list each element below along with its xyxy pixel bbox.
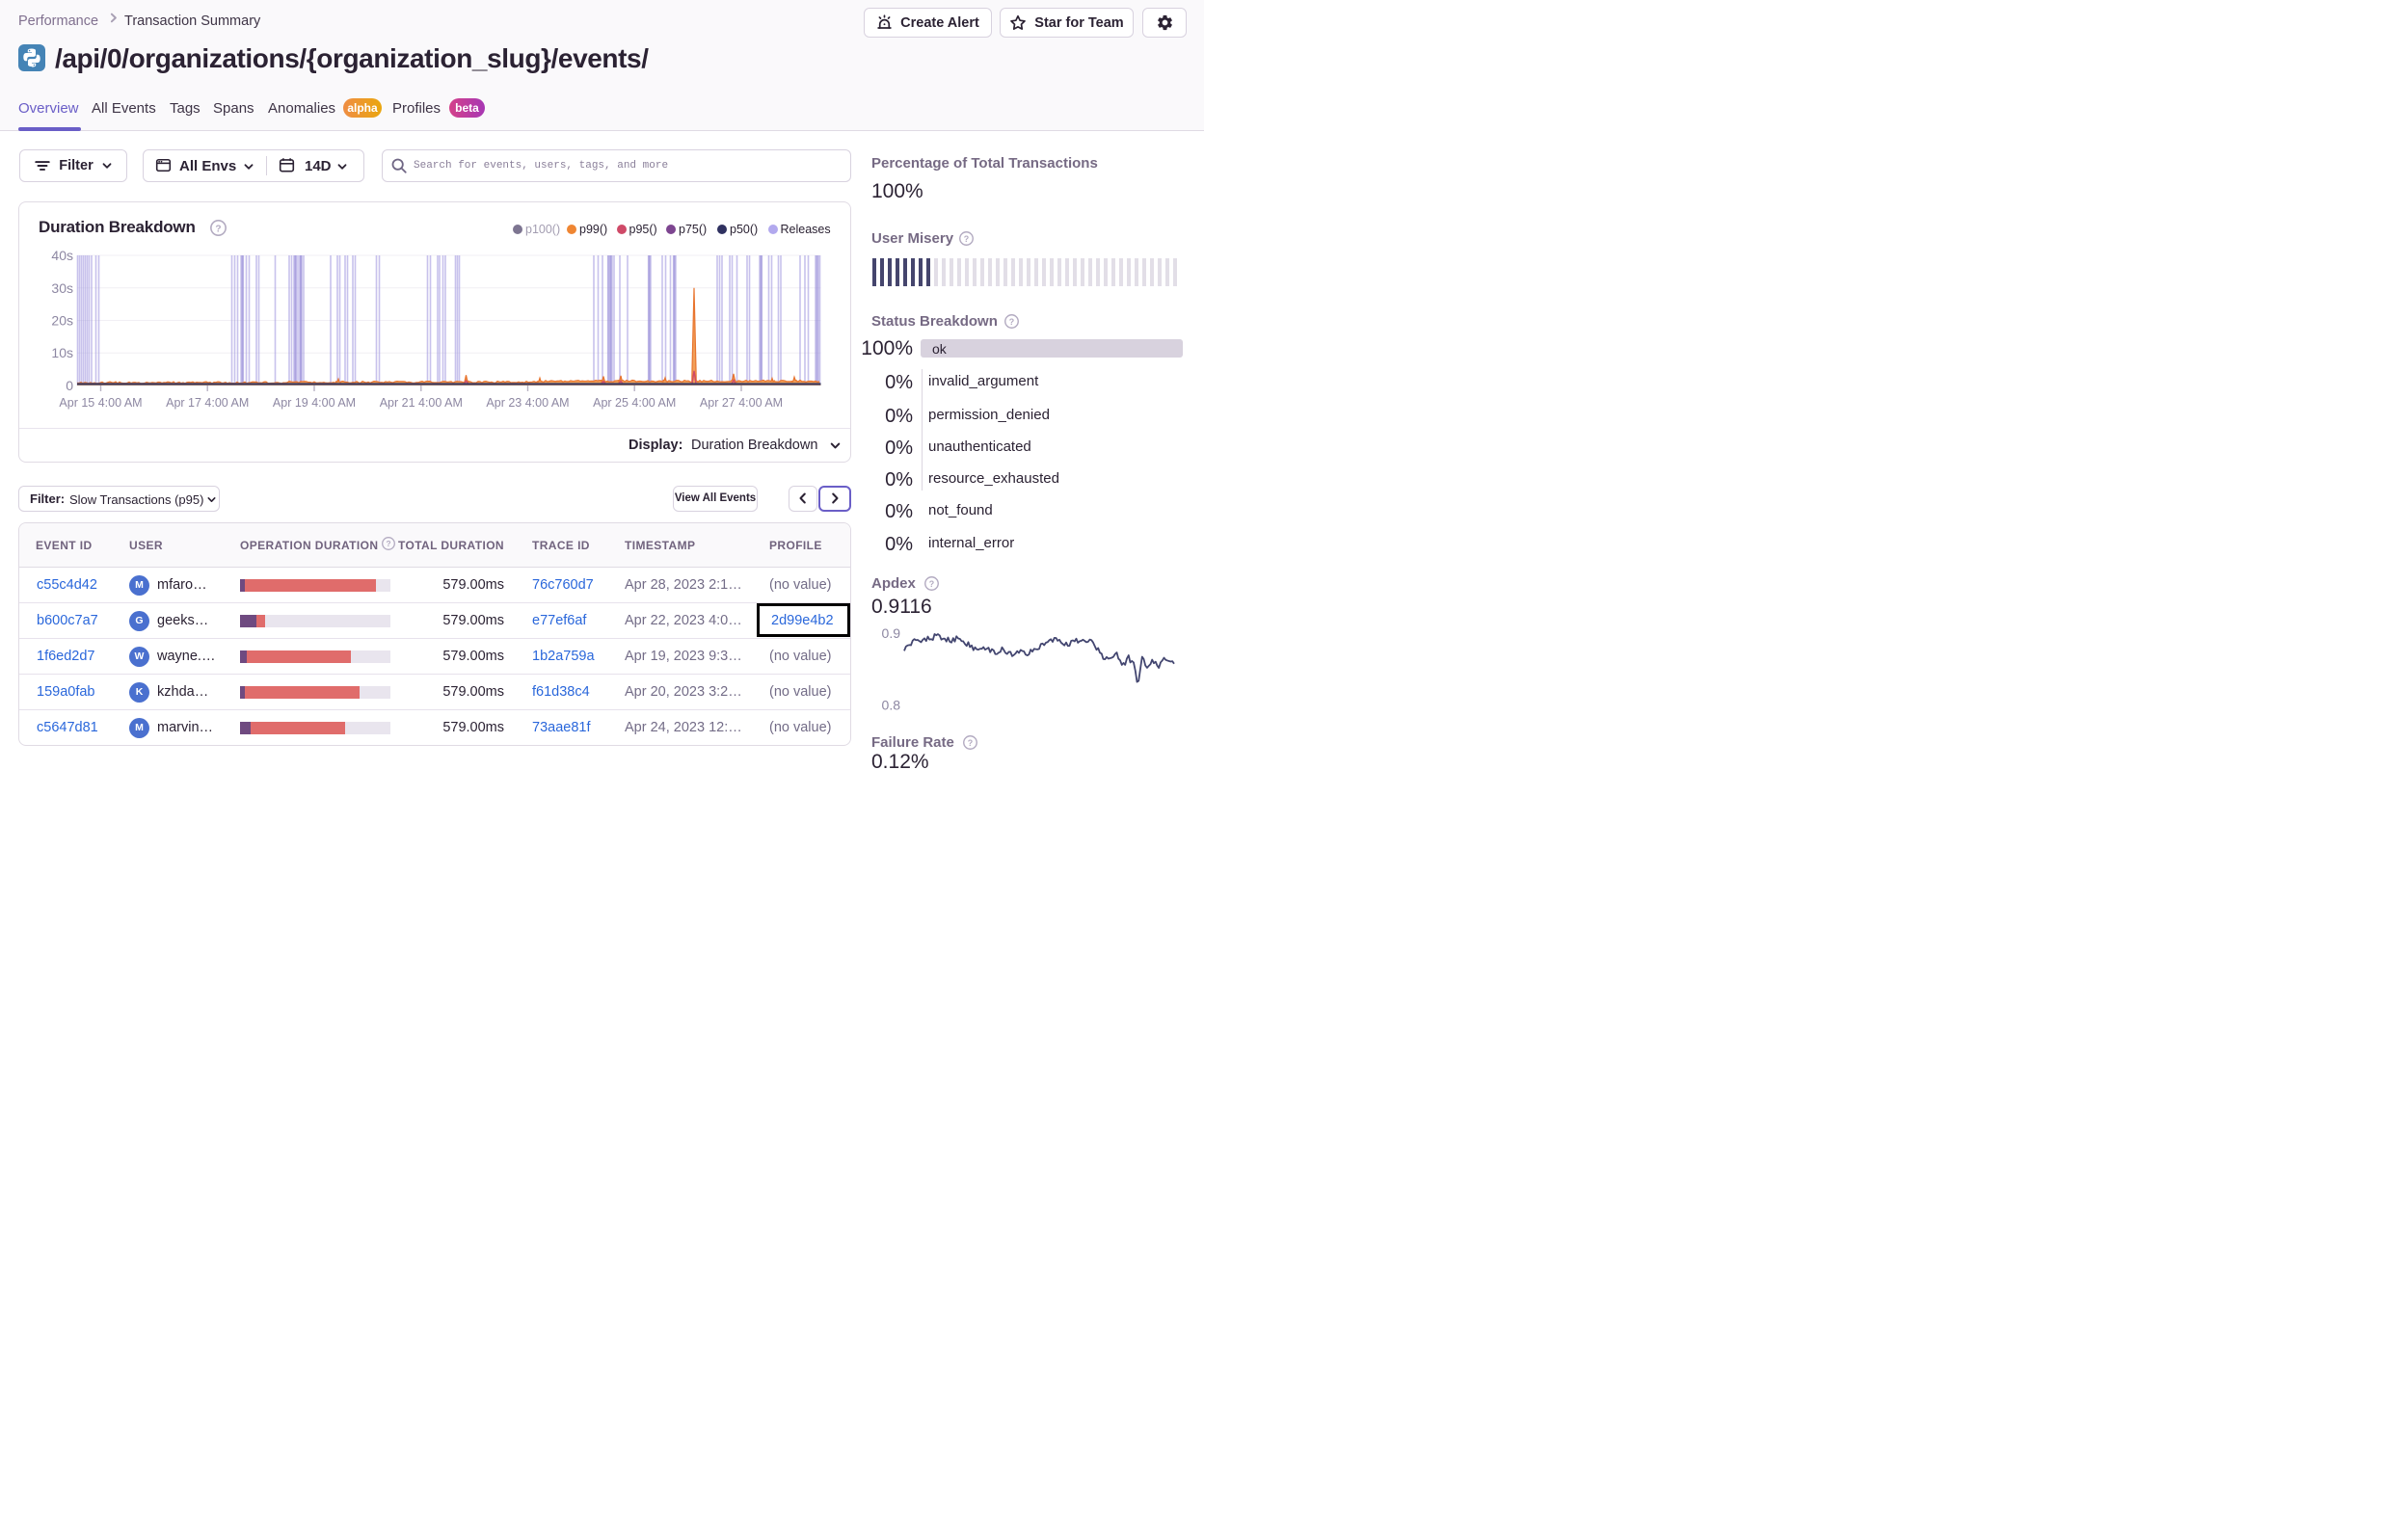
svg-text:0.8: 0.8 bbox=[882, 698, 901, 713]
svg-text:Apr 17 4:00 AM: Apr 17 4:00 AM bbox=[166, 396, 249, 410]
svg-text:Apr 15 4:00 AM: Apr 15 4:00 AM bbox=[59, 396, 142, 410]
svg-text:?: ? bbox=[964, 234, 969, 244]
svg-text:30s: 30s bbox=[51, 280, 73, 296]
svg-text:Apr 19 4:00 AM: Apr 19 4:00 AM bbox=[273, 396, 356, 410]
svg-text:Apr 23 4:00 AM: Apr 23 4:00 AM bbox=[486, 396, 569, 410]
svg-text:0: 0 bbox=[66, 378, 73, 393]
svg-text:0.9: 0.9 bbox=[882, 625, 901, 641]
svg-text:10s: 10s bbox=[51, 345, 73, 360]
svg-text:?: ? bbox=[929, 579, 934, 589]
svg-text:Apr 25 4:00 AM: Apr 25 4:00 AM bbox=[593, 396, 676, 410]
svg-text:40s: 40s bbox=[51, 248, 73, 263]
svg-text:Apr 21 4:00 AM: Apr 21 4:00 AM bbox=[380, 396, 463, 410]
svg-text:Apr 27 4:00 AM: Apr 27 4:00 AM bbox=[700, 396, 783, 410]
svg-text:?: ? bbox=[1009, 317, 1014, 327]
svg-text:20s: 20s bbox=[51, 313, 73, 329]
svg-text:?: ? bbox=[968, 738, 973, 748]
